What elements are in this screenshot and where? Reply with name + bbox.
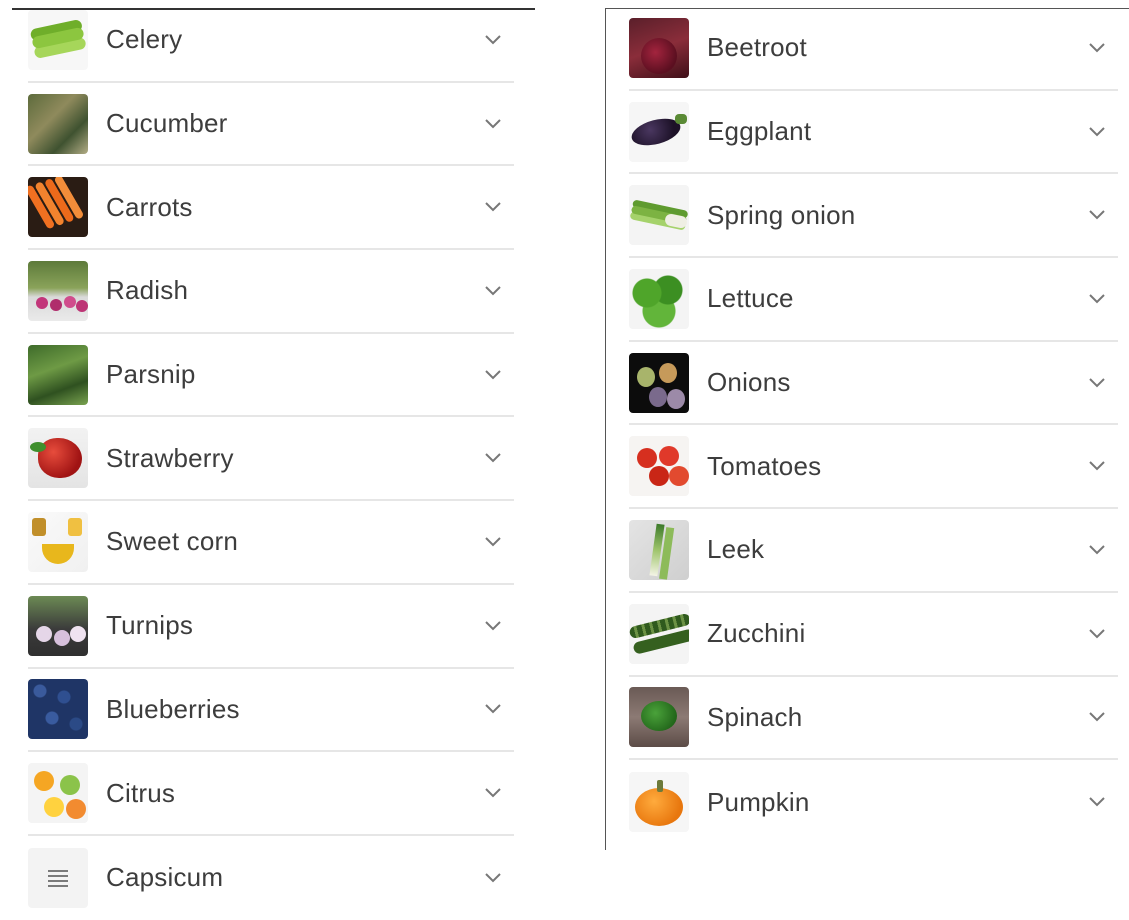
celery-thumbnail [28,9,88,70]
item-label: Cucumber [106,108,228,139]
list-item[interactable]: Leek [629,509,1118,593]
item-label: Radish [106,275,189,306]
item-label: Tomatoes [707,450,822,481]
chevron-down-icon[interactable] [478,778,508,808]
eggplant-thumbnail [629,101,689,162]
list-item[interactable]: Capsicum [28,836,514,920]
item-label: Celery [106,24,183,55]
item-label: Lettuce [707,283,794,314]
chevron-down-icon[interactable] [478,109,508,139]
spring-onion-thumbnail [629,185,689,246]
list-item[interactable]: Spinach [629,677,1118,761]
chevron-down-icon[interactable] [1082,200,1112,230]
list-item[interactable]: Cucumber [28,83,514,167]
item-label: Capsicum [106,862,224,893]
chevron-down-icon[interactable] [478,527,508,557]
item-label: Onions [707,367,791,398]
list-item[interactable]: Onions [629,342,1118,426]
item-label: Pumpkin [707,786,810,817]
list-item[interactable]: Pumpkin [629,760,1118,844]
item-label: Spinach [707,701,803,732]
plant-list-right: Beetroot Eggplant Spring onion Lettuce O… [629,7,1118,844]
sweet-corn-thumbnail [28,511,88,572]
chevron-down-icon[interactable] [1082,702,1112,732]
radish-thumbnail [28,260,88,321]
list-item[interactable]: Parsnip [28,334,514,418]
item-label: Carrots [106,191,193,222]
chevron-down-icon[interactable] [478,443,508,473]
list-item[interactable]: Blueberries [28,669,514,753]
chevron-down-icon[interactable] [1082,284,1112,314]
item-label: Turnips [106,610,194,641]
list-item[interactable]: Citrus [28,752,514,836]
list-lines-icon [28,847,88,908]
list-item[interactable]: Celery [28,0,514,83]
item-label: Citrus [106,777,176,808]
left-panel: Celery Cucumber Carrots Radish Parsnip S… [0,0,535,908]
list-item[interactable]: Spring onion [629,174,1118,259]
chevron-down-icon[interactable] [1082,787,1112,817]
list-item[interactable]: Lettuce [629,258,1118,342]
item-label: Strawberry [106,442,234,473]
list-item[interactable]: Strawberry [28,417,514,502]
strawberry-thumbnail [28,428,88,489]
chevron-down-icon[interactable] [1082,451,1112,481]
chevron-down-icon[interactable] [478,25,508,55]
zucchini-thumbnail [629,603,689,664]
chevron-down-icon[interactable] [478,192,508,222]
chevron-down-icon[interactable] [1082,117,1112,147]
leek-thumbnail [629,519,689,580]
chevron-down-icon[interactable] [1082,33,1112,63]
list-item[interactable]: Carrots [28,166,514,251]
pumpkin-thumbnail [629,772,689,833]
chevron-down-icon[interactable] [478,276,508,306]
item-label: Eggplant [707,116,812,147]
item-label: Blueberries [106,693,240,724]
spinach-thumbnail [629,687,689,748]
chevron-down-icon[interactable] [478,611,508,641]
chevron-down-icon[interactable] [478,863,508,893]
parsnip-thumbnail [28,344,88,405]
cucumber-thumbnail [28,93,88,154]
item-label: Leek [707,534,765,565]
item-label: Beetroot [707,32,807,63]
item-label: Zucchini [707,618,806,649]
item-label: Spring onion [707,199,856,230]
tomatoes-thumbnail [629,436,689,497]
chevron-down-icon[interactable] [1082,535,1112,565]
list-item[interactable]: Radish [28,250,514,334]
item-label: Sweet corn [106,526,239,557]
list-item[interactable]: Beetroot [629,7,1118,91]
chevron-down-icon[interactable] [478,694,508,724]
item-label: Parsnip [106,359,196,390]
list-item[interactable]: Zucchini [629,593,1118,677]
blueberries-thumbnail [28,679,88,740]
left-divider [605,8,606,850]
chevron-down-icon[interactable] [478,360,508,390]
plant-list-left: Celery Cucumber Carrots Radish Parsnip S… [28,0,514,920]
turnips-thumbnail [28,595,88,656]
citrus-thumbnail [28,763,88,824]
chevron-down-icon[interactable] [1082,619,1112,649]
list-item[interactable]: Turnips [28,585,514,669]
right-panel: Beetroot Eggplant Spring onion Lettuce O… [605,0,1129,850]
list-item[interactable]: Eggplant [629,91,1118,175]
beetroot-thumbnail [629,17,689,78]
chevron-down-icon[interactable] [1082,368,1112,398]
carrots-thumbnail [28,177,88,238]
lettuce-thumbnail [629,268,689,329]
onions-thumbnail [629,352,689,413]
list-item[interactable]: Tomatoes [629,425,1118,510]
list-item[interactable]: Sweet corn [28,501,514,585]
